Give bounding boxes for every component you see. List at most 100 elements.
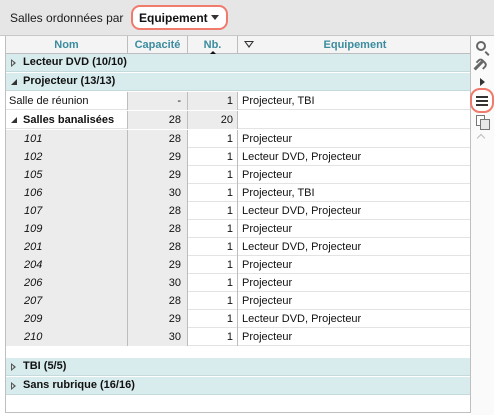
- cell-capacite: 28: [128, 202, 188, 220]
- cell-nb: 1: [188, 256, 238, 274]
- cell-capacite: 30: [128, 274, 188, 292]
- cell-equipement: Projecteur: [242, 331, 293, 343]
- table-row[interactable]: 206 30 1 Projecteur: [6, 274, 470, 292]
- cell-capacite: 28: [128, 292, 188, 310]
- group-row-lecteur-dvd[interactable]: Lecteur DVD (10/10): [6, 54, 470, 72]
- settings-button[interactable]: [471, 56, 494, 74]
- cell-nb: 20: [188, 111, 238, 129]
- expand-arrow-icon: [480, 78, 485, 86]
- column-header-equipement[interactable]: Equipement: [238, 36, 470, 54]
- cell-equipement: Projecteur, TBI: [242, 187, 315, 199]
- column-header-nom[interactable]: Nom: [6, 36, 128, 54]
- cell-equipement: Projecteur: [242, 277, 293, 289]
- table-row[interactable]: 102 29 1 Lecteur DVD, Projecteur: [6, 148, 470, 166]
- table-row[interactable]: 107 28 1 Lecteur DVD, Projecteur: [6, 202, 470, 220]
- cell-equipement: Lecteur DVD, Projecteur: [242, 313, 362, 325]
- cell-equipement: [238, 111, 470, 129]
- cell-capacite: 28: [128, 111, 188, 129]
- table-row[interactable]: 204 29 1 Projecteur: [6, 256, 470, 274]
- cell-equipement: Lecteur DVD, Projecteur: [242, 241, 362, 253]
- cell-equipement: Projecteur: [242, 133, 293, 145]
- cell-nb: 1: [188, 238, 238, 256]
- group-row-projecteur[interactable]: Projecteur (13/13): [6, 73, 470, 91]
- cell-nb: 1: [188, 328, 238, 346]
- table-row[interactable]: Salle de réunion - 1 Projecteur, TBI: [6, 92, 470, 110]
- cell-nom: Salle de réunion: [6, 92, 128, 110]
- cell-nom: 207: [6, 292, 128, 310]
- table-row[interactable]: 210 30 1 Projecteur: [6, 328, 470, 346]
- search-button[interactable]: [471, 38, 494, 56]
- sort-by-dropdown[interactable]: Equipement: [131, 5, 228, 30]
- cell-nb: 1: [188, 148, 238, 166]
- cell-equipement: Projecteur: [242, 169, 293, 181]
- cell-nom: 201: [6, 238, 128, 256]
- sort-by-label: Salles ordonnées par: [10, 11, 124, 25]
- collapse-button[interactable]: [471, 128, 494, 146]
- cell-nom: Salles banalisées: [6, 111, 128, 129]
- group-label: Projecteur (13/13): [23, 75, 116, 87]
- cell-nom: 107: [6, 202, 128, 220]
- table-row[interactable]: 101 28 1 Projecteur: [6, 130, 470, 148]
- cell-equipement: Projecteur: [242, 259, 293, 271]
- cell-nb: 1: [188, 292, 238, 310]
- cell-nom: 204: [6, 256, 128, 274]
- cell-equipement: Lecteur DVD, Projecteur: [242, 205, 362, 217]
- table-row[interactable]: 106 30 1 Projecteur, TBI: [6, 184, 470, 202]
- cell-nom: 101: [6, 130, 128, 148]
- menu-icon: [470, 88, 494, 113]
- cell-nb: 1: [188, 310, 238, 328]
- table-row[interactable]: 109 28 1 Projecteur: [6, 220, 470, 238]
- expand-icon[interactable]: [11, 59, 16, 67]
- cell-nb: 1: [188, 166, 238, 184]
- cell-capacite: 29: [128, 166, 188, 184]
- cell-equipement: Lecteur DVD, Projecteur: [242, 151, 362, 163]
- toolbar: Salles ordonnées par Equipement: [0, 0, 494, 36]
- menu-button[interactable]: [470, 88, 494, 113]
- chevron-down-icon: [211, 15, 219, 20]
- rooms-grid: Nom Capacité Nb. Equipement Lecteur DVD …: [5, 36, 471, 413]
- cell-nb: 1: [188, 202, 238, 220]
- table-row[interactable]: 201 28 1 Lecteur DVD, Projecteur: [6, 238, 470, 256]
- grid-header: Nom Capacité Nb. Equipement: [6, 36, 470, 56]
- group-label: TBI (5/5): [23, 360, 67, 372]
- sort-by-value: Equipement: [139, 11, 208, 25]
- group-row-sans-rubrique[interactable]: Sans rubrique (16/16): [6, 377, 470, 395]
- cell-nom: 105: [6, 166, 128, 184]
- collapse-caret-icon: [476, 133, 486, 143]
- cell-capacite: 28: [128, 238, 188, 256]
- table-row[interactable]: 207 28 1 Projecteur: [6, 292, 470, 310]
- cell-capacite: 28: [128, 130, 188, 148]
- cell-capacite: 30: [128, 184, 188, 202]
- expand-icon[interactable]: [11, 363, 16, 371]
- right-toolbar: [470, 36, 494, 415]
- cell-equipement: Projecteur: [242, 295, 293, 307]
- cell-capacite: 29: [128, 148, 188, 166]
- column-header-capacite[interactable]: Capacité: [128, 36, 188, 54]
- copy-icon: [476, 115, 490, 130]
- cell-nb: 1: [188, 220, 238, 238]
- cell-nb: 1: [188, 274, 238, 292]
- table-row[interactable]: 209 29 1 Lecteur DVD, Projecteur: [6, 310, 470, 328]
- filter-icon[interactable]: [244, 41, 254, 48]
- group-label: Sans rubrique (16/16): [23, 379, 135, 391]
- cell-capacite: 29: [128, 256, 188, 274]
- collapse-icon[interactable]: [11, 79, 17, 85]
- group-label: Lecteur DVD (10/10): [23, 56, 127, 68]
- cell-nom: 206: [6, 274, 128, 292]
- subgroup-label: Salles banalisées: [23, 114, 115, 126]
- subgroup-row-salles-banalisees[interactable]: Salles banalisées 28 20: [6, 111, 470, 129]
- cell-nb: 1: [188, 92, 238, 110]
- expand-icon[interactable]: [11, 382, 16, 390]
- cell-equipement: Projecteur, TBI: [242, 95, 315, 107]
- cell-nb: 1: [188, 130, 238, 148]
- cell-nom: 109: [6, 220, 128, 238]
- table-row[interactable]: 105 29 1 Projecteur: [6, 166, 470, 184]
- search-icon: [476, 41, 486, 51]
- cell-nom: 210: [6, 328, 128, 346]
- cell-nom: 209: [6, 310, 128, 328]
- group-row-tbi[interactable]: TBI (5/5): [6, 358, 470, 376]
- cell-capacite: -: [128, 92, 188, 110]
- cell-capacite: 30: [128, 328, 188, 346]
- cell-capacite: 29: [128, 310, 188, 328]
- collapse-icon[interactable]: [11, 117, 17, 123]
